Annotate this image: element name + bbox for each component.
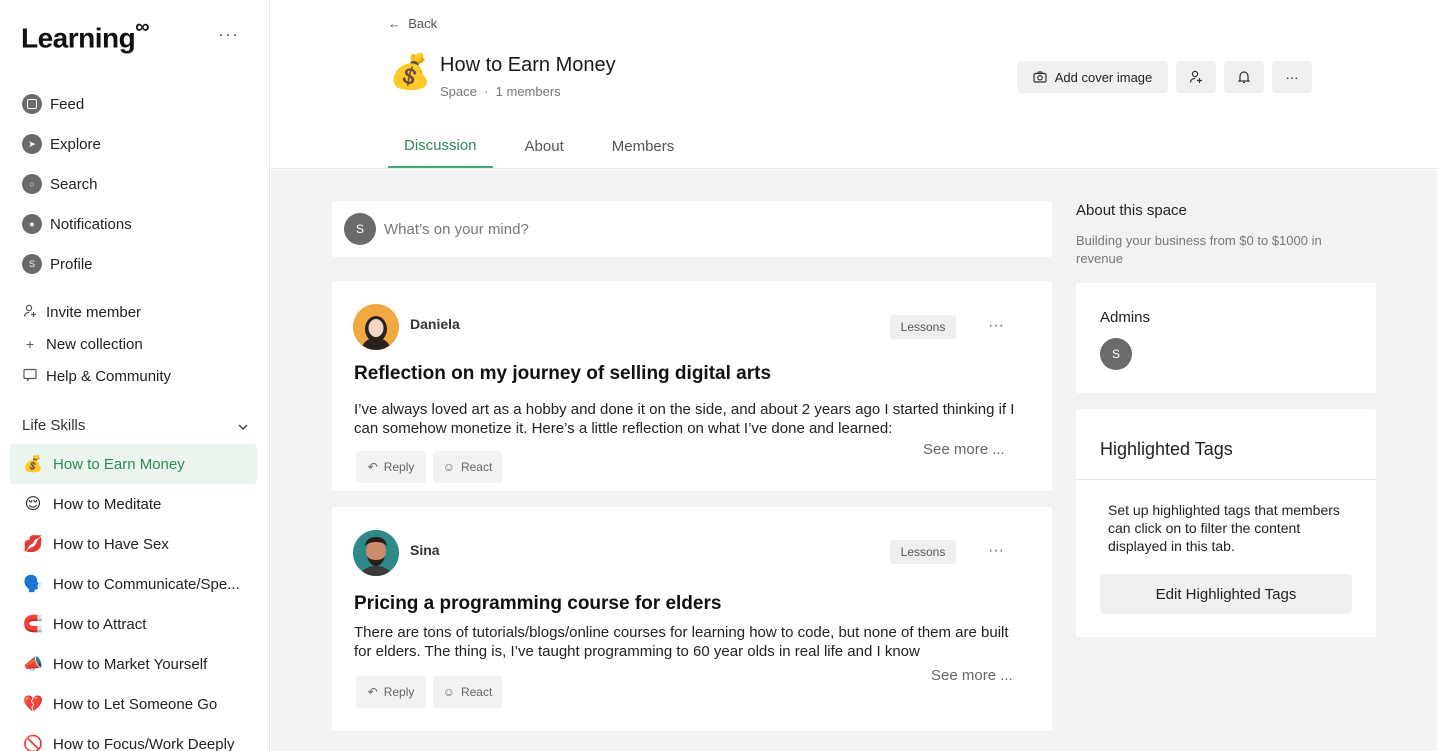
- tag-badge[interactable]: Lessons: [890, 315, 956, 339]
- avatar[interactable]: S: [1100, 338, 1132, 370]
- nav-item-profile[interactable]: S Profile: [22, 244, 132, 284]
- post-more-button[interactable]: ···: [988, 317, 1004, 335]
- react-button[interactable]: ☺ React: [433, 676, 502, 708]
- speaking-head-icon: 🗣️: [23, 576, 43, 593]
- reply-icon: ↶: [367, 685, 378, 699]
- section-toggle-life-skills[interactable]: Life Skills: [22, 410, 248, 440]
- reply-icon: ↶: [367, 460, 378, 474]
- new-collection-button[interactable]: + New collection: [22, 328, 171, 360]
- admins-card: Admins S: [1076, 283, 1376, 393]
- post-composer[interactable]: S What’s on your mind?: [332, 201, 1052, 257]
- see-more-link[interactable]: See more ...: [931, 667, 1013, 684]
- avatar-icon: S: [22, 254, 42, 274]
- nav-item-explore[interactable]: ➤ Explore: [22, 124, 132, 164]
- notifications-button[interactable]: [1224, 61, 1264, 93]
- react-button[interactable]: ☺ React: [433, 451, 502, 483]
- post-author[interactable]: Daniela: [410, 316, 460, 332]
- space-item-let-go[interactable]: 💔 How to Let Someone Go: [10, 684, 257, 724]
- tab-members[interactable]: Members: [596, 125, 691, 168]
- nav-item-search[interactable]: ○ Search: [22, 164, 132, 204]
- post-title[interactable]: Pricing a programming course for elders: [354, 593, 721, 615]
- sidebar: Learning∞ ··· Feed ➤ Explore ○ Search ● …: [0, 0, 270, 751]
- tab-discussion[interactable]: Discussion: [388, 125, 493, 168]
- main-content: S What’s on your mind? Daniela Lessons ·…: [271, 170, 1437, 751]
- feed-icon: [22, 94, 42, 114]
- space-item-have-sex[interactable]: 💋 How to Have Sex: [10, 524, 257, 564]
- tag-badge[interactable]: Lessons: [890, 540, 956, 564]
- about-description: Building your business from $0 to $1000 …: [1076, 233, 1322, 266]
- invite-member-button[interactable]: Invite member: [22, 296, 171, 328]
- compass-icon: ➤: [22, 134, 42, 154]
- space-item-earn-money[interactable]: 💰 How to Earn Money: [10, 444, 257, 484]
- tab-about[interactable]: About: [509, 125, 580, 168]
- chevron-down-icon: [238, 417, 248, 434]
- money-bag-icon: 💰: [23, 456, 43, 473]
- avatar[interactable]: [353, 530, 399, 576]
- chat-icon: [22, 368, 38, 385]
- add-cover-image-button[interactable]: Add cover image: [1017, 61, 1168, 93]
- highlighted-tags-description: Set up highlighted tags that members can…: [1108, 502, 1340, 554]
- highlighted-tags-title: Highlighted Tags: [1100, 439, 1233, 459]
- bell-icon: [1238, 70, 1250, 84]
- space-header: ← Back 💰 How to Earn Money Space · 1 mem…: [271, 0, 1437, 169]
- sidebar-more-button[interactable]: ···: [218, 24, 239, 45]
- main-nav: Feed ➤ Explore ○ Search ● Notifications …: [22, 84, 132, 284]
- nav-item-feed[interactable]: Feed: [22, 84, 132, 124]
- invite-to-space-button[interactable]: [1176, 61, 1216, 93]
- post-card: Daniela Lessons ··· Reflection on my jou…: [332, 281, 1052, 491]
- reply-button[interactable]: ↶ Reply: [356, 451, 426, 483]
- post-more-button[interactable]: ···: [988, 542, 1004, 560]
- magnet-icon: 🧲: [23, 616, 43, 633]
- megaphone-icon: 📣: [23, 656, 43, 673]
- edit-highlighted-tags-button[interactable]: Edit Highlighted Tags: [1100, 574, 1352, 614]
- camera-icon: [1033, 71, 1047, 83]
- about-title: About this space: [1076, 202, 1187, 219]
- avatar[interactable]: [353, 304, 399, 350]
- space-item-market-yourself[interactable]: 📣 How to Market Yourself: [10, 644, 257, 684]
- space-list: 💰 How to Earn Money 😌 How to Meditate 💋 …: [10, 444, 257, 751]
- kiss-mark-icon: 💋: [23, 536, 43, 553]
- space-item-focus[interactable]: 🚫 How to Focus/Work Deeply: [10, 724, 257, 751]
- plus-icon: +: [25, 336, 35, 352]
- divider: [1076, 479, 1376, 480]
- post-body: I’ve always loved art as a hobby and don…: [354, 401, 1015, 437]
- arrow-left-icon: ←: [388, 16, 401, 31]
- post-author[interactable]: Sina: [410, 542, 440, 558]
- space-item-communicate[interactable]: 🗣️ How to Communicate/Spe...: [10, 564, 257, 604]
- space-item-meditate[interactable]: 😌 How to Meditate: [10, 484, 257, 524]
- prohibited-icon: 🚫: [23, 736, 43, 751]
- smile-icon: ☺: [442, 685, 455, 699]
- reply-button[interactable]: ↶ Reply: [356, 676, 426, 708]
- composer-placeholder: What’s on your mind?: [384, 220, 529, 238]
- person-plus-icon: [22, 304, 38, 321]
- help-community-link[interactable]: Help & Community: [22, 360, 171, 392]
- space-tabs: Discussion About Members: [388, 125, 706, 168]
- page-title: How to Earn Money: [440, 54, 616, 76]
- search-icon: ○: [22, 174, 42, 194]
- bell-icon: ●: [22, 214, 42, 234]
- admins-title: Admins: [1100, 309, 1151, 326]
- relieved-face-icon: 😌: [24, 496, 42, 513]
- sidebar-tools: Invite member + New collection Help & Co…: [22, 296, 171, 392]
- post-body: There are tons of tutorials/blogs/online…: [354, 624, 1009, 660]
- person-plus-icon: [1189, 70, 1203, 84]
- smile-icon: ☺: [442, 460, 455, 474]
- members-count[interactable]: 1 members: [496, 84, 561, 99]
- highlighted-tags-card: Highlighted Tags Set up highlighted tags…: [1076, 409, 1376, 637]
- nav-item-notifications[interactable]: ● Notifications: [22, 204, 132, 244]
- post-card: Sina Lessons ··· Pricing a programming c…: [332, 507, 1052, 731]
- space-item-attract[interactable]: 🧲 How to Attract: [10, 604, 257, 644]
- back-link[interactable]: ← Back: [388, 16, 437, 31]
- post-title[interactable]: Reflection on my journey of selling digi…: [354, 363, 771, 385]
- see-more-link[interactable]: See more ...: [923, 441, 1005, 458]
- money-bag-icon: 💰: [389, 53, 432, 91]
- more-options-button[interactable]: ···: [1272, 61, 1312, 93]
- broken-heart-icon: 💔: [23, 696, 43, 713]
- avatar: S: [344, 213, 376, 245]
- app-logo[interactable]: Learning∞: [21, 16, 149, 54]
- space-meta: Space · 1 members: [440, 84, 561, 99]
